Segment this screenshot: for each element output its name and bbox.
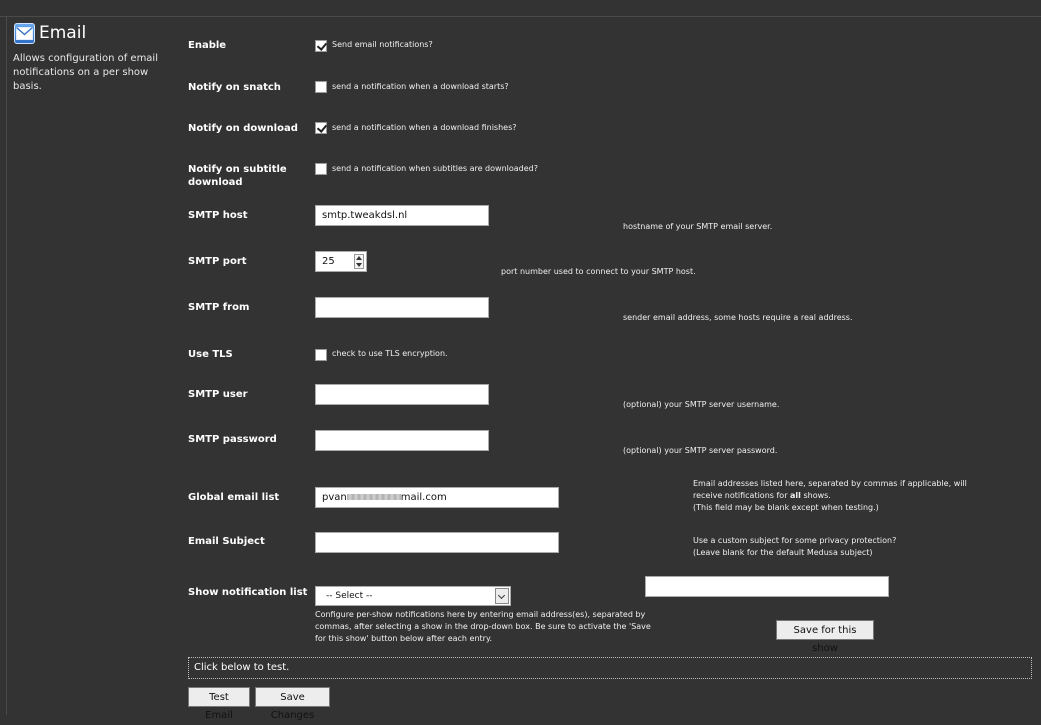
save-for-show-button[interactable]: Save for this show	[776, 620, 874, 654]
show-select[interactable]: -- Select --	[315, 586, 511, 606]
enable-label: Enable	[188, 40, 227, 51]
email-subject-label: Email Subject	[188, 536, 265, 547]
global-email-help: Email addresses listed here, separated b…	[693, 478, 967, 514]
show-list-help-line1: Configure per-show notifications here by…	[315, 610, 646, 619]
smtp-port-stepper[interactable]: 25	[315, 251, 367, 272]
global-email-help-line1: Email addresses listed here, separated b…	[693, 479, 967, 488]
show-list-label: Show notification list	[188, 587, 308, 598]
spinner-arrows-icon[interactable]	[354, 254, 364, 269]
use-tls-checkbox[interactable]	[315, 349, 327, 361]
page-title: Email	[39, 23, 87, 43]
redacted-blur	[346, 494, 401, 500]
smtp-port-help: port number used to connect to your SMTP…	[501, 267, 696, 276]
global-email-value-end: mail.com	[400, 492, 447, 503]
smtp-password-help: (optional) your SMTP server password.	[623, 446, 778, 455]
notify-download-text: send a notification when a download fini…	[332, 123, 517, 132]
page-description: Allows configuration of email notificati…	[13, 53, 158, 92]
use-tls-label: Use TLS	[188, 349, 233, 360]
smtp-host-label: SMTP host	[188, 210, 248, 221]
email-envelope-icon	[14, 23, 35, 44]
notify-download-label: Notify on download	[188, 123, 298, 134]
top-divider	[0, 16, 1041, 17]
global-email-input[interactable]: pvan mail.com	[315, 487, 559, 508]
show-list-help: Configure per-show notifications here by…	[315, 609, 651, 645]
global-email-help-line2: receive notifications for all shows.	[693, 491, 831, 500]
enable-checkbox[interactable]	[315, 40, 327, 52]
smtp-password-input[interactable]	[315, 430, 489, 451]
show-list-help-line3: for this show' button below after each e…	[315, 634, 493, 643]
global-email-help-line3: (This field may be blank except when tes…	[693, 503, 879, 512]
email-subject-input[interactable]	[315, 532, 559, 553]
save-changes-button[interactable]: Save Changes	[255, 687, 330, 721]
show-select-value: -- Select --	[326, 591, 373, 601]
smtp-from-label: SMTP from	[188, 302, 250, 313]
global-email-value-start: pvan	[322, 492, 347, 503]
email-subject-help: Use a custom subject for some privacy pr…	[693, 535, 896, 559]
chevron-down-icon[interactable]	[495, 588, 509, 604]
per-show-email-input[interactable]	[645, 576, 889, 597]
use-tls-text: check to use TLS encryption.	[332, 349, 448, 358]
notify-download-checkbox[interactable]	[315, 122, 327, 134]
smtp-host-help: hostname of your SMTP email server.	[623, 222, 773, 231]
left-divider	[6, 17, 7, 715]
notify-subtitle-label: Notify on subtitle download	[188, 164, 287, 188]
email-subject-help-line2: (Leave blank for the default Medusa subj…	[693, 548, 873, 557]
test-result-box: Click below to test.	[188, 657, 1032, 679]
notify-snatch-label: Notify on snatch	[188, 82, 281, 93]
smtp-password-label: SMTP password	[188, 434, 277, 445]
email-subject-help-line1: Use a custom subject for some privacy pr…	[693, 536, 897, 545]
global-email-label: Global email list	[188, 492, 280, 503]
smtp-from-input[interactable]	[315, 297, 489, 318]
notify-snatch-text: send a notification when a download star…	[332, 82, 509, 91]
smtp-user-input[interactable]	[315, 384, 489, 405]
show-list-help-line2: commas, after selecting a show in the dr…	[315, 622, 651, 631]
smtp-host-input[interactable]: smtp.tweakdsl.nl	[315, 205, 489, 226]
smtp-port-value: 25	[322, 256, 335, 267]
enable-text: Send email notifications?	[332, 40, 433, 49]
notify-snatch-checkbox[interactable]	[315, 81, 327, 93]
notify-subtitle-text: send a notification when subtitles are d…	[332, 164, 538, 173]
test-email-button[interactable]: Test Email	[188, 687, 250, 721]
notify-subtitle-checkbox[interactable]	[315, 163, 327, 175]
smtp-user-label: SMTP user	[188, 389, 248, 400]
smtp-port-label: SMTP port	[188, 256, 247, 267]
smtp-from-help: sender email address, some hosts require…	[623, 313, 853, 322]
smtp-user-help: (optional) your SMTP server username.	[623, 400, 780, 409]
